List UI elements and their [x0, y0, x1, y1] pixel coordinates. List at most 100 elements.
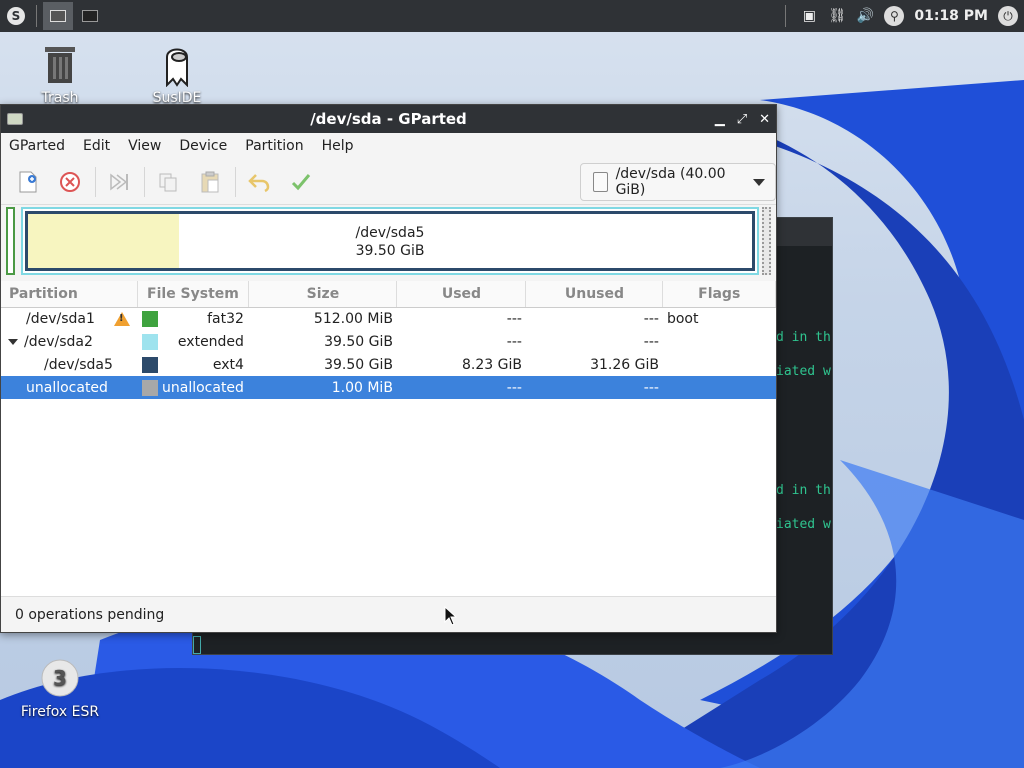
- menu-gparted[interactable]: GParted: [9, 138, 65, 154]
- clock[interactable]: 01:18 PM: [914, 8, 988, 24]
- table-row[interactable]: unallocated unallocated 1.00 MiB --- ---: [1, 376, 776, 399]
- menu-device[interactable]: Device: [179, 138, 227, 154]
- partition-name: /dev/sda1: [26, 310, 95, 327]
- mouse-pointer-icon: [444, 606, 458, 626]
- undo-button[interactable]: [244, 167, 274, 197]
- delete-partition-button[interactable]: [55, 167, 85, 197]
- system-tray: ▣ ⛓ 🔊 ⚲ 01:18 PM ⏻: [781, 0, 1024, 32]
- used-cell: ---: [396, 376, 526, 399]
- disk-map-partition-size: 39.50 GiB: [355, 243, 425, 259]
- disk-icon: [593, 172, 608, 192]
- partition-name: /dev/sda2: [24, 333, 93, 350]
- copy-button[interactable]: [153, 167, 183, 197]
- fs-label: extended: [177, 333, 244, 350]
- screen-icon[interactable]: ▣: [800, 7, 818, 25]
- fs-color-swatch: [142, 379, 158, 396]
- panel-separator: [785, 5, 787, 27]
- checkmark-icon: [291, 173, 311, 190]
- taskbar-terminal[interactable]: [75, 2, 105, 30]
- table-header-row: Partition File System Size Used Unused F…: [1, 281, 776, 308]
- new-icon: [19, 171, 37, 192]
- fs-label: unallocated: [162, 379, 244, 396]
- disk-map-sda1[interactable]: [6, 207, 15, 275]
- disk-map-partition-name: /dev/sda5: [355, 225, 425, 241]
- distro-logo-icon: S: [7, 7, 25, 25]
- desktop-icon-trash[interactable]: Trash: [15, 42, 105, 106]
- toolbar-separator: [235, 166, 236, 197]
- volume-icon[interactable]: 🔊: [856, 7, 874, 25]
- top-panel: S ▣ ⛓ 🔊 ⚲ 01:18 PM ⏻: [0, 0, 1024, 32]
- device-selector-label: /dev/sda (40.00 GiB): [615, 166, 726, 198]
- unused-cell: 31.26 GiB: [590, 356, 659, 373]
- column-header-filesystem[interactable]: File System: [137, 281, 250, 308]
- fs-color-swatch: [142, 356, 158, 373]
- menu-view[interactable]: View: [128, 138, 161, 154]
- undo-icon: [248, 173, 270, 192]
- size-cell: 1.00 MiB: [248, 376, 397, 399]
- close-icon[interactable]: ✕: [759, 112, 770, 127]
- terminal-line: d in th: [776, 330, 831, 345]
- column-header-partition[interactable]: Partition: [1, 281, 138, 308]
- unused-cell: ---: [525, 376, 663, 399]
- warning-icon: [114, 311, 130, 326]
- terminal-line: d in th: [776, 483, 831, 498]
- table-row[interactable]: /dev/sda1 fat32 512.00 MiB --- --- boot: [1, 307, 776, 330]
- search-icon[interactable]: ⚲: [884, 6, 905, 26]
- new-partition-button[interactable]: [13, 167, 43, 197]
- flags-cell: boot: [666, 310, 699, 327]
- disk-map-sda2[interactable]: /dev/sda5 39.50 GiB: [21, 207, 759, 275]
- fs-label: ext4: [212, 356, 244, 373]
- used-cell: 8.23 GiB: [461, 356, 522, 373]
- menu-edit[interactable]: Edit: [83, 138, 110, 154]
- chevron-down-icon: [753, 178, 765, 186]
- disk-map: /dev/sda5 39.50 GiB: [1, 205, 776, 281]
- disk-map-sda5[interactable]: /dev/sda5 39.50 GiB: [25, 211, 755, 271]
- window-icon: [50, 10, 66, 22]
- terminal-icon: [82, 10, 98, 22]
- unused-cell: ---: [643, 333, 659, 350]
- taskbar-gparted[interactable]: [43, 2, 73, 30]
- toolbar: /dev/sda (40.00 GiB): [1, 159, 776, 205]
- fs-color-swatch: [142, 333, 158, 350]
- app-menu-button[interactable]: S: [0, 0, 32, 32]
- terminal-line: iated w: [776, 364, 831, 379]
- table-row[interactable]: /dev/sda2 extended 39.50 GiB --- ---: [1, 330, 776, 353]
- resize-move-button[interactable]: [104, 167, 134, 197]
- partition-name: /dev/sda5: [44, 356, 113, 373]
- resize-move-icon: [110, 172, 128, 191]
- apply-button[interactable]: [286, 167, 316, 197]
- device-selector[interactable]: /dev/sda (40.00 GiB): [580, 163, 776, 201]
- desktop-icon-suside[interactable]: SusIDE: [132, 42, 222, 106]
- maximize-icon[interactable]: ⤢: [737, 112, 747, 127]
- menu-help[interactable]: Help: [322, 138, 354, 154]
- column-header-flags[interactable]: Flags: [662, 281, 776, 308]
- terminal-cursor: [193, 636, 201, 654]
- terminal-line: iated w: [776, 517, 831, 532]
- menu-partition[interactable]: Partition: [245, 138, 303, 154]
- firefox-icon: 3: [38, 656, 82, 700]
- delete-icon: [60, 171, 80, 192]
- link-icon[interactable]: ⛓: [828, 7, 846, 25]
- desktop-icon-firefox[interactable]: 3 Firefox ESR: [15, 656, 105, 720]
- column-header-used[interactable]: Used: [396, 281, 527, 308]
- minimize-icon[interactable]: ▁: [715, 112, 725, 127]
- paste-button[interactable]: [195, 167, 225, 197]
- table-row[interactable]: /dev/sda5 ext4 39.50 GiB 8.23 GiB 31.26 …: [1, 353, 776, 376]
- window-titlebar[interactable]: /dev/sda - GParted ▁ ⤢ ✕: [1, 105, 776, 133]
- partition-name: unallocated: [26, 379, 108, 396]
- column-header-unused[interactable]: Unused: [525, 281, 664, 308]
- fs-label: fat32: [207, 310, 244, 327]
- toolbar-separator: [144, 166, 145, 197]
- used-cell: ---: [506, 310, 522, 327]
- trash-icon: [38, 42, 82, 86]
- expander-icon[interactable]: [8, 338, 18, 345]
- paste-icon: [201, 171, 219, 192]
- flags-cell: [662, 376, 776, 399]
- size-cell: 39.50 GiB: [324, 333, 393, 350]
- column-header-size[interactable]: Size: [248, 281, 398, 308]
- disk-map-unallocated[interactable]: [762, 207, 771, 275]
- menubar: GParted Edit View Device Partition Help: [1, 133, 776, 159]
- flags-cell: [663, 330, 776, 353]
- partition-table: Partition File System Size Used Unused F…: [1, 281, 776, 399]
- power-icon[interactable]: ⏻: [998, 6, 1018, 26]
